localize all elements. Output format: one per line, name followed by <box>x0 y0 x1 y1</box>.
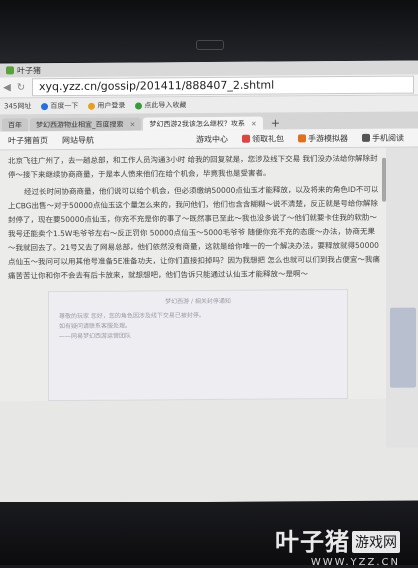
import-icon <box>135 101 143 110</box>
tab-item[interactable]: 梦幻西游物业相宜_百度搜索 × <box>30 117 142 132</box>
tab-item-active[interactable]: 梦幻西游2我该怎么继权？攻系 × <box>143 116 263 131</box>
baidu-icon <box>41 102 49 110</box>
embed-line: ——网易梦幻西游运营团队 <box>59 332 132 341</box>
article-paragraph: 经过长时间协商商量，他们说可以给个机会，但必须缴纳50000点仙玉才能释放，以及… <box>8 184 380 281</box>
gift-link[interactable]: 领取礼包 <box>242 133 284 144</box>
monitor-bezel-top <box>0 0 418 62</box>
bookmark-item[interactable]: 点此导入收藏 <box>135 100 186 110</box>
game-center-link[interactable]: 游戏中心 <box>196 133 228 144</box>
screenshot-embed: 梦幻西游 / 相关封停通知 尊敬的玩家 您好，您的角色因涉及线下交易已被封停。 … <box>48 289 348 402</box>
watermark-url: WWW.YZZ.CN <box>310 557 400 568</box>
gift-icon <box>242 134 250 143</box>
tab-item[interactable]: 百年 <box>2 118 28 132</box>
site-watermark: 叶子猪 游戏网 WWW.YZZ.CN <box>275 522 400 568</box>
browser-screen: 叶子猪 ◀ ↻ xyq.yzz.cn/gossip/201411/888407_… <box>0 60 418 504</box>
phone-icon <box>362 133 370 142</box>
watermark-badge: 游戏网 <box>352 531 400 553</box>
sidebar-thumbnail[interactable] <box>390 307 416 388</box>
refresh-icon[interactable]: ↻ <box>14 82 28 93</box>
bookmark-item[interactable]: 百度一下 <box>41 101 78 111</box>
right-sidebar <box>386 147 418 448</box>
back-icon[interactable]: ◀ <box>0 82 14 93</box>
address-bar: ◀ ↻ xyq.yzz.cn/gossip/201411/888407_2.sh… <box>0 74 418 99</box>
browser-title: 叶子猪 <box>17 65 41 75</box>
close-icon[interactable]: × <box>130 120 136 128</box>
watermark-name: 叶子猪 <box>275 528 350 556</box>
browser-app-icon <box>6 66 14 75</box>
bookmark-item[interactable]: 345网址 <box>4 101 31 111</box>
user-icon <box>88 102 96 110</box>
emulator-link[interactable]: 手游模拟器 <box>298 133 348 144</box>
site-home-link[interactable]: 叶子猪首页 <box>8 135 48 146</box>
url-input[interactable]: xyq.yzz.cn/gossip/201411/888407_2.shtml <box>32 75 414 97</box>
article-body: 北京飞往广州了，去一趟总部，和工作人员沟通3小时 给我的回复就是，您涉及线下交易… <box>0 147 418 448</box>
monitor-logo-icon <box>196 40 224 50</box>
new-tab-button[interactable]: + <box>265 116 286 130</box>
close-icon[interactable]: × <box>251 119 257 127</box>
embed-title: 梦幻西游 / 相关封停通知 <box>165 297 231 306</box>
mobile-read-link[interactable]: 手机阅读 <box>362 132 404 143</box>
bookmark-item[interactable]: 用户登录 <box>88 101 125 111</box>
article-paragraph: 北京飞往广州了，去一趟总部，和工作人员沟通3小时 给我的回复就是，您涉及线下交易… <box>8 153 378 180</box>
gamepad-icon <box>298 134 306 143</box>
site-nav-link[interactable]: 网站导航 <box>62 134 94 145</box>
